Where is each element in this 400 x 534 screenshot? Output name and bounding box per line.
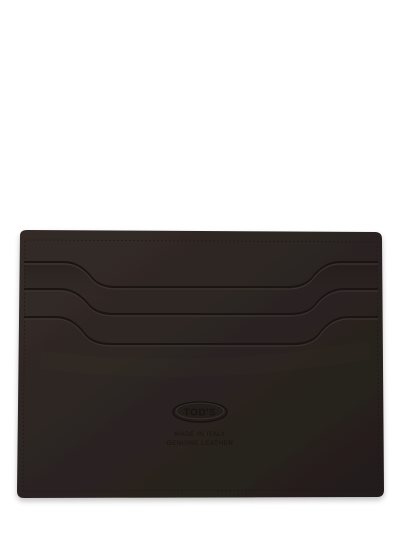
- logo-text: TOD'S: [184, 408, 216, 419]
- genuine-leather-text: GENUINE LEATHER: [167, 440, 234, 447]
- embossed-logo: TOD'S: [172, 401, 228, 423]
- product-photo: TOD'S MADE IN ITALY GENUINE LEATHER: [0, 0, 400, 534]
- card-holder-illustration: TOD'S MADE IN ITALY GENUINE LEATHER: [17, 230, 384, 498]
- made-in-italy-text: MADE IN ITALY: [174, 431, 225, 438]
